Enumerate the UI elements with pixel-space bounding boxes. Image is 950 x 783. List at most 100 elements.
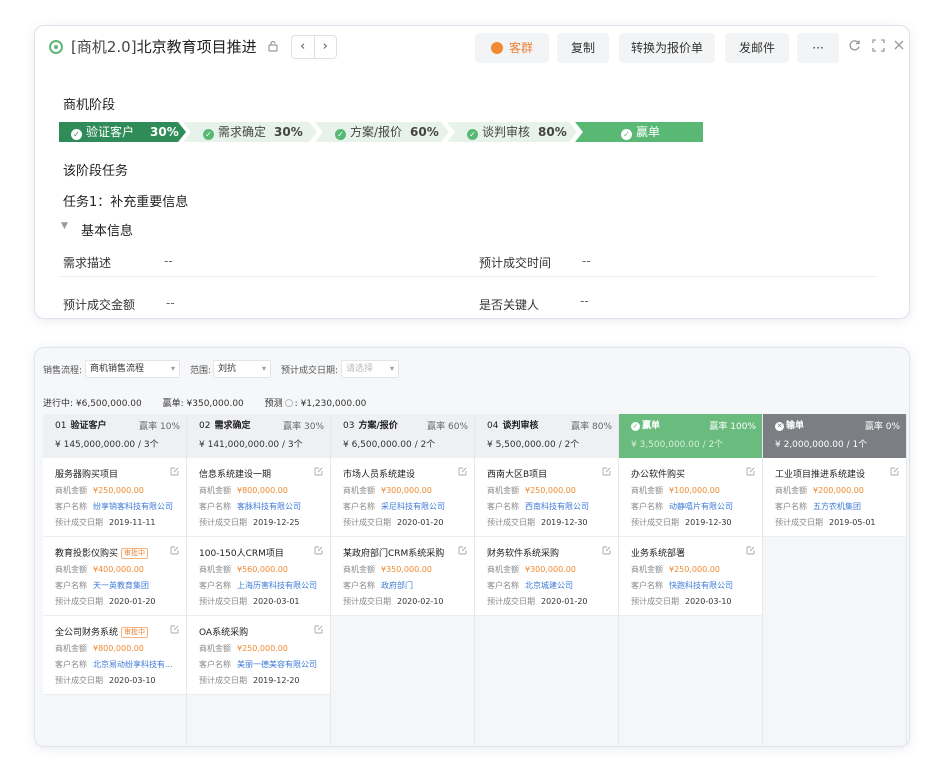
deal-customer-link[interactable]: 北京易动纷享科技有... — [93, 660, 173, 669]
deal-customer-link[interactable]: 西南科技有限公司 — [525, 502, 589, 511]
deal-card[interactable]: 服务器购买项目 商机金额 ¥250,000.00 客户名称 纷享销客科技有限公司 预计成交… — [43, 458, 186, 537]
process-select[interactable]: 商机销售流程 — [85, 360, 180, 378]
field-label-requirement: 需求描述 — [63, 256, 112, 270]
deal-title[interactable]: OA系统采购 — [199, 625, 324, 638]
more-button[interactable]: ··· — [797, 33, 839, 63]
date-select[interactable]: 请选择 — [341, 360, 399, 378]
deal-customer-link[interactable]: 动静嘻片有限公司 — [669, 502, 733, 511]
deal-title[interactable]: 工业项目推进系统建设 — [775, 467, 900, 480]
deal-title[interactable]: 全公司财务系统 审批中 — [55, 625, 180, 638]
deal-title[interactable]: 100-150人CRM项目 — [199, 546, 324, 559]
lock-icon[interactable] — [267, 40, 279, 55]
deal-card[interactable]: 教育投影仪购买 审批中 商机金额 ¥400,000.00 客户名称 天一英教育集团 预计成交… — [43, 537, 186, 616]
deal-title[interactable]: 市场人员系统建设 — [343, 467, 468, 480]
field-value-requirement[interactable]: -- — [164, 254, 173, 268]
column-header[interactable]: 04 谈判审核 赢率 80% ¥ 5,500,000.00 / 2个 — [475, 414, 618, 458]
deal-date-row: 预计成交日期 2020-03-10 — [55, 675, 180, 686]
deal-customer-link[interactable]: 天一英教育集团 — [93, 581, 149, 590]
column-header[interactable]: ✕ 输单 赢率 0% ¥ 2,000,000.00 / 1个 — [763, 414, 906, 458]
edit-icon[interactable] — [170, 467, 179, 479]
deal-customer-link[interactable]: 快跑科技有限公司 — [669, 581, 733, 590]
scope-select[interactable]: 刘抗 — [213, 360, 271, 378]
opportunity-icon — [49, 40, 63, 54]
field-value-key-person[interactable]: -- — [580, 294, 589, 308]
deal-card[interactable]: 信息系统建设一期 商机金额 ¥800,000.00 客户名称 客脉科技有限公司 预计成交日… — [187, 458, 330, 537]
stage-percent: 30% — [150, 125, 179, 139]
stage-verify-customer[interactable]: ✓ 验证客户 30% — [59, 122, 186, 142]
deal-title[interactable]: 办公软件购买 — [631, 467, 756, 480]
deal-customer-link[interactable]: 采尼科技有限公司 — [381, 502, 445, 511]
task-1[interactable]: 任务1：补充重要信息 — [63, 191, 188, 210]
deal-title[interactable]: 某政府部门CRM系统采购 — [343, 546, 468, 559]
edit-icon[interactable] — [890, 467, 899, 479]
deal-card[interactable]: 100-150人CRM项目 商机金额 ¥560,000.00 客户名称 上海历害科技有限… — [187, 537, 330, 616]
deal-card[interactable]: 办公软件购买 商机金额 ¥100,000.00 客户名称 动静嘻片有限公司 预计成交日期 2… — [619, 458, 762, 537]
deal-card[interactable]: 市场人员系统建设 商机金额 ¥300,000.00 客户名称 采尼科技有限公司 预计成交日… — [331, 458, 474, 537]
deal-customer-link[interactable]: 客脉科技有限公司 — [237, 502, 301, 511]
deal-card[interactable]: 某政府部门CRM系统采购 商机金额 ¥350,000.00 客户名称 政府部门 预计成交日… — [331, 537, 474, 616]
edit-icon[interactable] — [314, 467, 323, 479]
field-value-expected-close[interactable]: -- — [582, 254, 591, 268]
edit-icon[interactable] — [602, 546, 611, 558]
deal-date-row: 预计成交日期 2020-03-10 — [631, 596, 756, 607]
deal-customer-link[interactable]: 北京城建公司 — [525, 581, 573, 590]
column-win-rate: 赢率 0% — [864, 422, 900, 432]
deal-customer-link[interactable]: 美丽一德美容有限公司 — [237, 660, 317, 669]
deal-amount: ¥350,000.00 — [381, 565, 432, 574]
deal-date-row: 预计成交日期 2019-11-11 — [55, 517, 180, 528]
fullscreen-icon[interactable] — [872, 39, 885, 56]
deal-title[interactable]: 西南大区B项目 — [487, 467, 612, 480]
deal-card[interactable]: OA系统采购 商机金额 ¥250,000.00 客户名称 美丽一德美容有限公司 预计成交日… — [187, 616, 330, 695]
close-icon[interactable] — [893, 39, 905, 55]
convert-to-quote-button[interactable]: 转换为报价单 — [619, 33, 715, 63]
column-header[interactable]: 02 需求确定 赢率 30% ¥ 141,000,000.00 / 3个 — [187, 414, 330, 458]
edit-icon[interactable] — [314, 625, 323, 637]
deal-card[interactable]: 业务系统部署 商机金额 ¥250,000.00 客户名称 快跑科技有限公司 预计成交日期 2… — [619, 537, 762, 616]
edit-icon[interactable] — [170, 625, 179, 637]
kanban-column: 04 谈判审核 赢率 80% ¥ 5,500,000.00 / 2个 西南大区B项目 商机… — [475, 414, 619, 746]
deal-title[interactable]: 教育投影仪购买 审批中 — [55, 546, 180, 559]
edit-icon[interactable] — [458, 467, 467, 479]
edit-icon[interactable] — [458, 546, 467, 558]
column-header[interactable]: 03 方案/报价 赢率 60% ¥ 6,500,000.00 / 2个 — [331, 414, 474, 458]
check-icon: ✓ — [467, 129, 478, 140]
stage-proposal-quote[interactable]: ✓ 方案/报价 60% — [315, 122, 449, 142]
deal-customer-link[interactable]: 政府部门 — [381, 581, 413, 590]
column-header[interactable]: ✓ 赢单 赢率 100% ¥ 3,500,000.00 / 2个 — [619, 414, 762, 458]
deal-customer-link[interactable]: 上海历害科技有限公司 — [237, 581, 317, 590]
collapse-triangle-icon[interactable]: ▼ — [61, 221, 68, 231]
deal-title[interactable]: 业务系统部署 — [631, 546, 756, 559]
send-mail-button[interactable]: 发邮件 — [725, 33, 789, 63]
next-record-button[interactable]: › — [315, 36, 337, 58]
deal-customer-link[interactable]: 五方农机集团 — [813, 502, 861, 511]
deal-date-label: 预计成交日期 — [775, 518, 823, 527]
basic-info-label[interactable]: 基本信息 — [81, 220, 133, 239]
edit-icon[interactable] — [746, 467, 755, 479]
deal-title[interactable]: 信息系统建设一期 — [199, 467, 324, 480]
deal-customer-link[interactable]: 纷享销客科技有限公司 — [93, 502, 173, 511]
edit-icon[interactable] — [602, 467, 611, 479]
deal-title[interactable]: 财务软件系统采购 — [487, 546, 612, 559]
check-circle-icon: ✓ — [631, 422, 640, 431]
deal-card[interactable]: 西南大区B项目 商机金额 ¥250,000.00 客户名称 西南科技有限公司 预计成交日期… — [475, 458, 618, 537]
edit-icon[interactable] — [314, 546, 323, 558]
deal-card[interactable]: 全公司财务系统 审批中 商机金额 ¥800,000.00 客户名称 北京易动纷享科技有..… — [43, 616, 186, 695]
stage-won[interactable]: ✓ 赢单 — [575, 122, 703, 142]
deal-card[interactable]: 工业项目推进系统建设 商机金额 ¥200,000.00 客户名称 五方农机集团 预计成交日… — [763, 458, 906, 537]
deal-card[interactable]: 财务软件系统采购 商机金额 ¥300,000.00 客户名称 北京城建公司 预计成交日期 2… — [475, 537, 618, 616]
deal-title[interactable]: 服务器购买项目 — [55, 467, 180, 480]
prev-record-button[interactable]: ‹ — [292, 36, 315, 58]
deal-date-label: 预计成交日期 — [55, 518, 103, 527]
deal-amount: ¥300,000.00 — [525, 565, 576, 574]
stage-negotiation-review[interactable]: ✓ 谈判审核 80% — [447, 122, 577, 142]
edit-icon[interactable] — [746, 546, 755, 558]
help-icon[interactable] — [284, 399, 293, 407]
field-value-expected-amount[interactable]: -- — [166, 296, 175, 310]
deal-amount-row: 商机金额 ¥300,000.00 — [487, 564, 612, 575]
refresh-icon[interactable] — [848, 39, 861, 56]
column-header[interactable]: 01 验证客户 赢率 10% ¥ 145,000,000.00 / 3个 — [43, 414, 186, 458]
copy-button[interactable]: 复制 — [557, 33, 609, 63]
stage-requirement-confirm[interactable]: ✓ 需求确定 30% — [183, 122, 317, 142]
customer-group-button[interactable]: 客群 — [475, 33, 549, 63]
edit-icon[interactable] — [170, 546, 179, 558]
